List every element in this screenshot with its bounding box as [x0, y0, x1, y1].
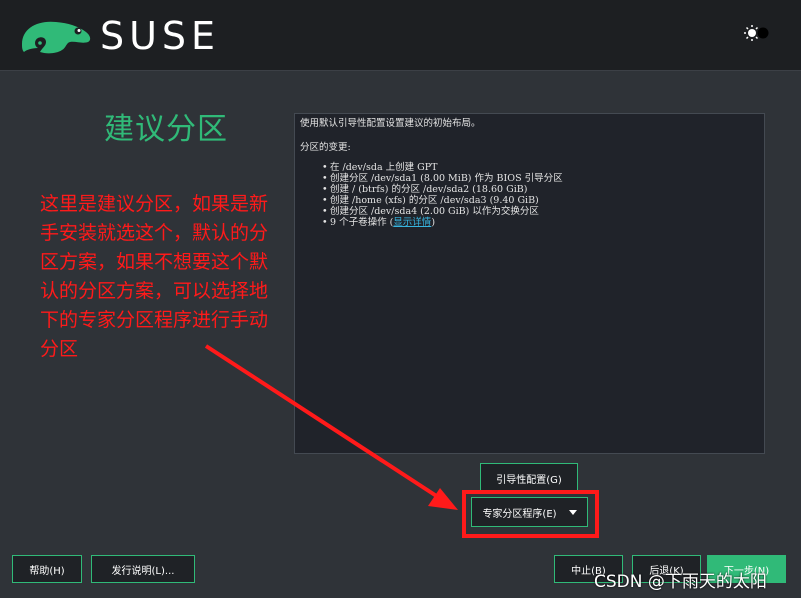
- page-title: 建议分区: [104, 112, 228, 147]
- subvolume-close: ): [431, 217, 436, 228]
- subvolume-text: 9 个子卷操作 (: [330, 217, 394, 228]
- watermark: CSDN @下雨天的太阳: [594, 572, 767, 592]
- brand-name: SUSE: [100, 14, 221, 58]
- list-item: 9 个子卷操作 (显示详情): [322, 217, 759, 228]
- annotation-text: 这里是建议分区，如果是新手安装就选这个，默认的分区方案，如果不想要这个默认的分区…: [40, 193, 269, 360]
- list-item: 创建分区 /dev/sda1 (8.00 MiB) 作为 BIOS 引导分区: [322, 173, 759, 184]
- partition-proposal-summary: 使用默认引导性配置设置建议的初始布局。 分区的变更: 在 /dev/sda 上创…: [294, 113, 765, 454]
- release-notes-button[interactable]: 发行说明(L)...: [91, 555, 195, 583]
- suse-chameleon-icon: [22, 21, 91, 54]
- list-item: 在 /dev/sda 上创建 GPT: [322, 162, 759, 173]
- changes-list: 在 /dev/sda 上创建 GPT 创建分区 /dev/sda1 (8.00 …: [300, 162, 759, 228]
- list-item: 创建 /home (xfs) 的分区 /dev/sda3 (9.40 GiB): [322, 195, 759, 206]
- proposal-intro: 使用默认引导性配置设置建议的初始布局。: [300, 118, 481, 129]
- show-details-link[interactable]: 显示详情: [393, 217, 431, 228]
- guided-setup-button[interactable]: 引导性配置(G): [480, 463, 578, 493]
- list-item: 创建分区 /dev/sda4 (2.00 GiB) 以作为交换分区: [322, 206, 759, 217]
- changes-heading: 分区的变更:: [300, 142, 351, 153]
- annotation-highlight-box: [462, 490, 599, 538]
- list-item: 创建 / (btrfs) 的分区 /dev/sda2 (18.60 GiB): [322, 184, 759, 195]
- help-button[interactable]: 帮助(H): [12, 555, 82, 583]
- app-header: SUSE: [0, 0, 801, 71]
- sun-moon-icon[interactable]: [743, 23, 771, 43]
